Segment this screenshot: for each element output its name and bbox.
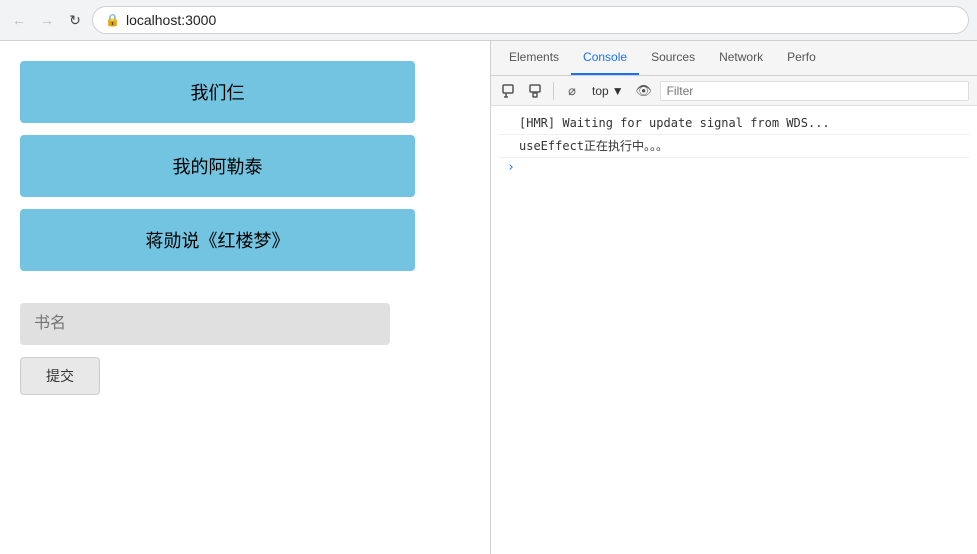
console-output: [HMR] Waiting for update signal from WDS… — [491, 106, 977, 554]
eye-icon[interactable]: 👁 — [634, 81, 654, 101]
tab-console[interactable]: Console — [571, 41, 639, 75]
prompt-icon: › — [507, 160, 515, 175]
book-name-input[interactable] — [20, 303, 390, 345]
address-text: localhost:3000 — [126, 12, 216, 28]
console-filter-input[interactable] — [660, 81, 969, 101]
console-line-0: [HMR] Waiting for update signal from WDS… — [499, 112, 969, 135]
page-content: 我们仨 我的阿勒泰 蒋勋说《红楼梦》 提交 — [0, 41, 490, 554]
back-button[interactable]: ← — [8, 9, 30, 31]
context-selector[interactable]: top ▼ — [588, 82, 628, 100]
submit-button[interactable]: 提交 — [20, 357, 100, 395]
context-label: top — [592, 84, 609, 98]
tab-perfo[interactable]: Perfo — [775, 41, 828, 75]
browser-toolbar: ← → ↻ 🔒 localhost:3000 — [0, 0, 977, 40]
reload-button[interactable]: ↻ — [64, 9, 86, 31]
devtools-toolbar: ⌀ top ▼ 👁 — [491, 76, 977, 106]
tab-sources[interactable]: Sources — [639, 41, 707, 75]
browser-chrome: ← → ↻ 🔒 localhost:3000 — [0, 0, 977, 41]
lock-icon: 🔒 — [105, 13, 120, 27]
clear-console-icon[interactable]: ⌀ — [562, 81, 582, 101]
tab-elements[interactable]: Elements — [497, 41, 571, 75]
chevron-down-icon: ▼ — [612, 84, 624, 98]
btn-women[interactable]: 我们仨 — [20, 61, 415, 123]
btn-hongloumeng[interactable]: 蒋勋说《红楼梦》 — [20, 209, 415, 271]
input-section: 提交 — [20, 303, 470, 395]
toolbar-divider — [553, 82, 554, 100]
tab-network[interactable]: Network — [707, 41, 775, 75]
devtools-panel: Elements Console Sources Network Perfo — [490, 41, 977, 554]
devtools-tabs: Elements Console Sources Network Perfo — [491, 41, 977, 76]
address-bar[interactable]: 🔒 localhost:3000 — [92, 6, 969, 34]
forward-button[interactable]: → — [36, 9, 58, 31]
console-prompt[interactable]: › — [499, 158, 969, 177]
btn-aletai[interactable]: 我的阿勒泰 — [20, 135, 415, 197]
inspect-icon[interactable] — [499, 81, 519, 101]
main-area: 我们仨 我的阿勒泰 蒋勋说《红楼梦》 提交 Elements Console S… — [0, 41, 977, 554]
console-line-1: useEffect正在执行中。。。 — [499, 135, 969, 158]
device-icon[interactable] — [525, 81, 545, 101]
